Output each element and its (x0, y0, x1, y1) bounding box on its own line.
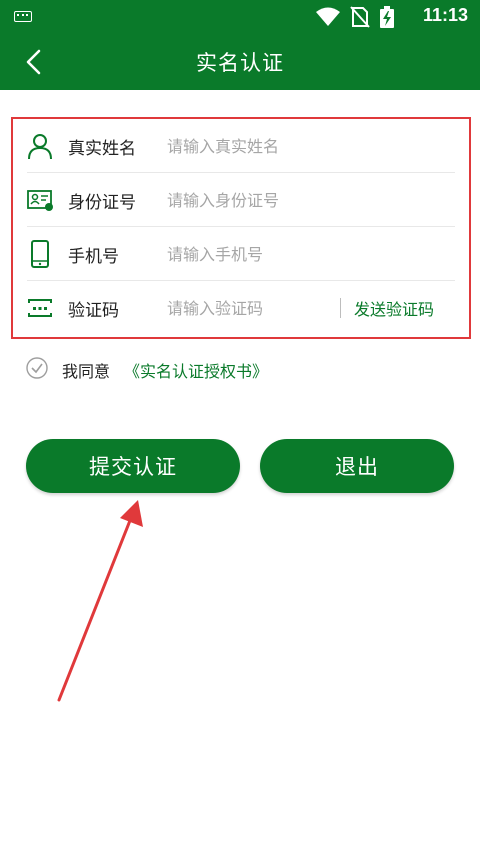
wifi-icon (316, 7, 340, 26)
page-title: 实名认证 (196, 51, 284, 75)
agreement-text: 我同意 (62, 362, 111, 381)
checkbox-icon[interactable] (26, 357, 48, 379)
code-icon (28, 299, 52, 317)
status-icons (316, 6, 394, 28)
keyboard-icon (14, 11, 32, 22)
battery-charging-icon (380, 6, 394, 28)
phone-icon (31, 240, 49, 268)
code-label: 验证码 (68, 301, 119, 321)
id-number-input[interactable] (167, 185, 342, 215)
name-row: 真实姓名 (13, 119, 469, 173)
name-input[interactable] (167, 131, 342, 161)
id-card-icon (27, 190, 53, 211)
status-bar: 11:13 (0, 0, 480, 34)
no-sim-icon (350, 6, 370, 28)
vertical-divider (340, 298, 341, 318)
phone-input[interactable] (167, 239, 342, 269)
exit-button[interactable]: 退出 (260, 439, 454, 493)
name-label: 真实姓名 (68, 139, 136, 159)
app-bar: 实名认证 (0, 34, 480, 90)
code-row: 验证码 发送验证码 (13, 281, 469, 335)
id-number-row: 身份证号 (13, 173, 469, 227)
id-number-label: 身份证号 (68, 193, 136, 213)
submit-button[interactable]: 提交认证 (26, 439, 240, 493)
person-icon (28, 134, 52, 160)
agreement-link[interactable]: 《实名认证授权书》 (124, 358, 268, 382)
phone-row: 手机号 (13, 227, 469, 281)
phone-label: 手机号 (68, 247, 119, 267)
send-code-button[interactable]: 发送验证码 (354, 296, 434, 320)
code-input[interactable] (167, 293, 332, 323)
identity-form: 真实姓名 身份证号 手机号 验证 (11, 117, 471, 339)
status-time: 11:13 (422, 5, 468, 25)
